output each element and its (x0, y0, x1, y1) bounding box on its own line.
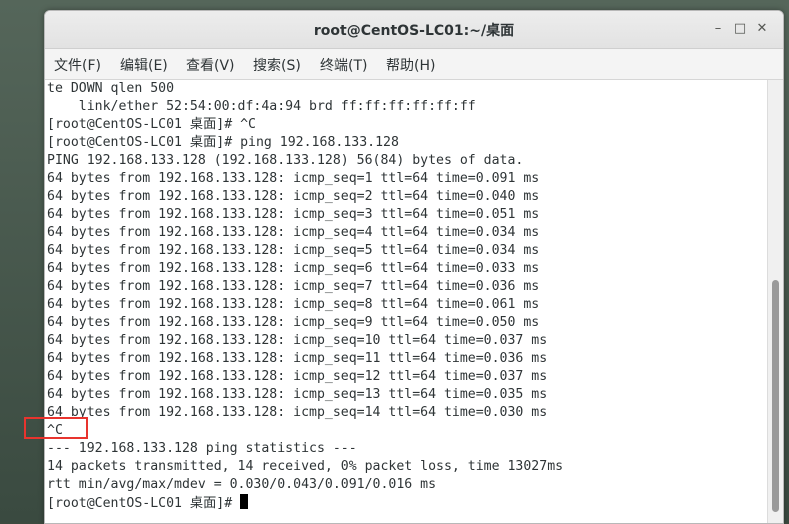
title-bar[interactable]: root@CentOS-LC01:~/桌面 – □ ✕ (45, 11, 783, 49)
terminal-line: 64 bytes from 192.168.133.128: icmp_seq=… (47, 351, 548, 366)
terminal-line: 14 packets transmitted, 14 received, 0% … (47, 459, 564, 474)
terminal-line: 64 bytes from 192.168.133.128: icmp_seq=… (47, 189, 540, 204)
menu-file[interactable]: 文件(F) (54, 55, 101, 75)
terminal-line: --- 192.168.133.128 ping statistics --- (47, 441, 357, 456)
terminal-line: 64 bytes from 192.168.133.128: icmp_seq=… (47, 207, 540, 222)
close-icon[interactable]: ✕ (753, 20, 771, 38)
terminal-prompt: [root@CentOS-LC01 桌面]# (47, 496, 241, 511)
menu-search[interactable]: 搜索(S) (253, 55, 301, 75)
terminal-line: ^C (47, 423, 63, 438)
terminal-line: [root@CentOS-LC01 桌面]# ping 192.168.133.… (47, 135, 399, 150)
maximize-icon[interactable]: □ (731, 20, 749, 38)
menu-help[interactable]: 帮助(H) (386, 55, 435, 75)
terminal-lines: te DOWN qlen 500 link/ether 52:54:00:df:… (47, 80, 563, 512)
desktop-background: root@CentOS-LC01:~/桌面 – □ ✕ 文件(F) 编辑(E) … (0, 0, 789, 524)
terminal-line: 64 bytes from 192.168.133.128: icmp_seq=… (47, 279, 540, 294)
menu-bar: 文件(F) 编辑(E) 查看(V) 搜索(S) 终端(T) 帮助(H) (45, 49, 783, 80)
text-cursor (240, 494, 249, 509)
terminal-line: 64 bytes from 192.168.133.128: icmp_seq=… (47, 405, 548, 420)
menu-terminal[interactable]: 终端(T) (320, 55, 367, 75)
terminal-line: 64 bytes from 192.168.133.128: icmp_seq=… (47, 333, 548, 348)
minimize-icon[interactable]: – (709, 20, 727, 38)
terminal-line: 64 bytes from 192.168.133.128: icmp_seq=… (47, 369, 548, 384)
terminal-window: root@CentOS-LC01:~/桌面 – □ ✕ 文件(F) 编辑(E) … (44, 10, 784, 524)
menu-view[interactable]: 查看(V) (186, 55, 235, 75)
terminal-line: [root@CentOS-LC01 桌面]# ^C (47, 117, 256, 132)
terminal-line: te DOWN qlen 500 (47, 81, 175, 96)
terminal-line: 64 bytes from 192.168.133.128: icmp_seq=… (47, 261, 540, 276)
terminal-line: 64 bytes from 192.168.133.128: icmp_seq=… (47, 171, 540, 186)
menu-edit[interactable]: 编辑(E) (120, 55, 168, 75)
terminal-line: 64 bytes from 192.168.133.128: icmp_seq=… (47, 297, 540, 312)
window-title: root@CentOS-LC01:~/桌面 (313, 23, 515, 39)
terminal-line: 64 bytes from 192.168.133.128: icmp_seq=… (47, 243, 540, 258)
highlight-annotation-box (24, 417, 88, 439)
vertical-scrollbar[interactable] (767, 80, 783, 523)
terminal-line: 64 bytes from 192.168.133.128: icmp_seq=… (47, 387, 548, 402)
terminal-line: rtt min/avg/max/mdev = 0.030/0.043/0.091… (47, 477, 437, 492)
terminal-prompt-line: [root@CentOS-LC01 桌面]# (47, 494, 563, 512)
terminal-line: link/ether 52:54:00:df:4a:94 brd ff:ff:f… (47, 99, 476, 114)
terminal-output[interactable]: te DOWN qlen 500 link/ether 52:54:00:df:… (45, 80, 767, 523)
terminal-line: 64 bytes from 192.168.133.128: icmp_seq=… (47, 315, 540, 330)
terminal-line: 64 bytes from 192.168.133.128: icmp_seq=… (47, 225, 540, 240)
terminal-line: PING 192.168.133.128 (192.168.133.128) 5… (47, 153, 524, 168)
scrollbar-thumb[interactable] (772, 280, 779, 512)
